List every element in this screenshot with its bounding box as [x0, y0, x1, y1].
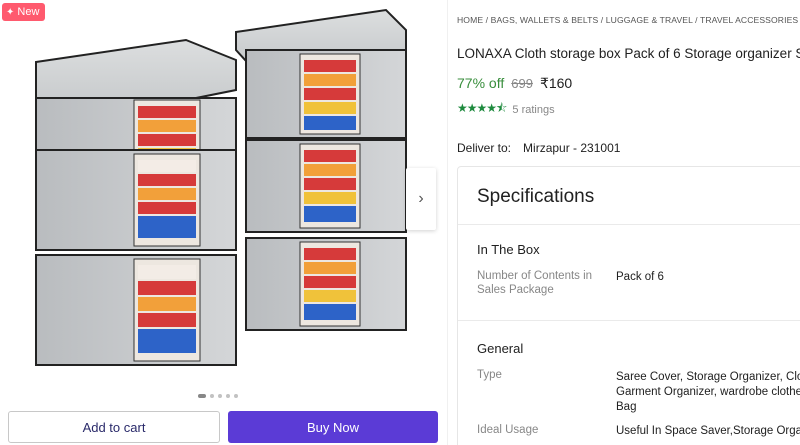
spec-key: Ideal Usage [477, 424, 539, 436]
next-image-button[interactable]: › [406, 168, 436, 230]
spec-value: Saree Cover, Storage Organizer, Cloth Ga… [616, 371, 800, 413]
specifications-panel: Specifications In The Box Number of Cont… [457, 166, 800, 445]
breadcrumb[interactable]: HOME / BAGS, WALLETS & BELTS / LUGGAGE &… [457, 15, 800, 25]
divider [458, 224, 800, 225]
specifications-title: Specifications [477, 186, 595, 207]
deliver-label: Deliver to: [457, 141, 512, 155]
section-heading: In The Box [477, 242, 540, 257]
divider [458, 320, 800, 321]
price-row: 77% off 699 ₹160 [457, 75, 572, 92]
spec-key: Type [477, 369, 502, 381]
spec-key: Number of Contents in Sales Package [477, 270, 593, 296]
product-image[interactable] [26, 0, 410, 386]
buy-now-button[interactable]: Buy Now [228, 411, 438, 443]
rating-row[interactable]: ★★★★⯪ 5 ratings [457, 99, 555, 120]
star-rating-icon: ★★★★⯪ [457, 101, 507, 115]
pagination-dot[interactable] [218, 394, 222, 398]
column-divider [447, 0, 448, 445]
pagination-dot[interactable] [226, 394, 230, 398]
delivery-row: Deliver to: Mirzapur - 231001 [457, 141, 620, 155]
product-details: HOME / BAGS, WALLETS & BELTS / LUGGAGE &… [457, 0, 800, 445]
selling-price: ₹160 [539, 75, 573, 91]
storage-box-stack-right [235, 8, 407, 331]
spec-value: Pack of 6 [616, 271, 664, 283]
new-badge: ✦ New [2, 3, 46, 21]
pagination-dot[interactable] [234, 394, 238, 398]
delivery-location[interactable]: Mirzapur - 231001 [523, 141, 620, 155]
mrp-price: 699 [511, 76, 533, 91]
ratings-count: 5 ratings [512, 103, 555, 116]
product-gallery: ✦ New › Add to cart Buy Now [0, 0, 448, 445]
sparkle-icon: ✦ [6, 6, 15, 18]
section-heading: General [477, 341, 524, 356]
image-pagination-dots [198, 394, 238, 398]
add-to-cart-button[interactable]: Add to cart [8, 411, 220, 443]
pagination-dot[interactable] [210, 394, 214, 398]
spec-value: Useful In Space Saver,Storage Organiz [616, 425, 800, 437]
discount-percent: 77% off [457, 75, 505, 91]
pagination-dot[interactable] [198, 394, 206, 398]
chevron-right-icon: › [418, 190, 424, 207]
new-badge-label: New [17, 6, 40, 18]
product-title: LONAXA Cloth storage box Pack of 6 Stora… [457, 46, 800, 61]
storage-box-stack-left [35, 38, 237, 366]
